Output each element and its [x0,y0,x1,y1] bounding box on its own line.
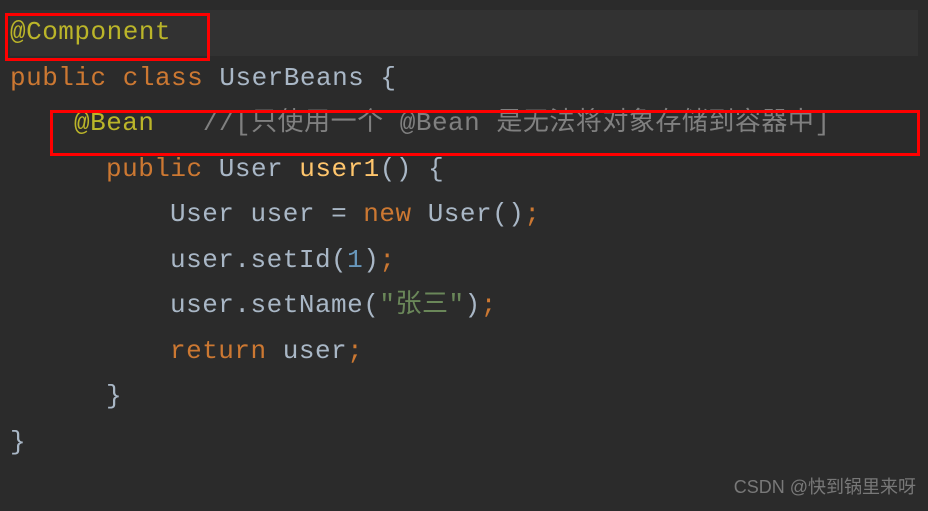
object: user [170,245,234,275]
code-line-6: user.setId(1); [10,238,918,284]
code-line-4: public User user1() { [10,147,918,193]
keyword-public: public [10,63,107,93]
code-line-8: return user; [10,329,918,375]
close-brace: } [106,381,122,411]
watermark: CSDN @快到锅里来呀 [734,472,916,504]
code-line-5: User user = new User(); [10,192,918,238]
number-literal: 1 [347,245,363,275]
comment-text: //[只使用一个 @Bean 是无法将对象存储到容器中] [203,108,831,138]
method-name: user1 [299,154,380,184]
annotation-component: @Component [10,17,171,47]
code-line-10: } [10,420,918,466]
keyword-new: new [363,199,411,229]
annotation-bean: @Bean [74,108,155,138]
code-line-7: user.setName("张三"); [10,283,918,329]
var-name: user [283,336,347,366]
open-brace: { [380,63,396,93]
method-call: setName [251,290,364,320]
var-name: user [251,199,315,229]
close-brace: } [10,427,26,457]
code-line-2: public class UserBeans { [10,56,918,102]
code-line-9: } [10,374,918,420]
constructor: User [428,199,492,229]
keyword-class: class [123,63,204,93]
string-literal: "张三" [379,290,464,320]
method-call: setId [251,245,332,275]
object: user [170,290,234,320]
class-name: UserBeans [219,63,364,93]
code-line-1: @Component [10,10,918,56]
open-brace: { [428,154,444,184]
code-editor[interactable]: @Component public class UserBeans { @Bea… [10,10,918,465]
type: User [170,199,234,229]
keyword-return: return [170,336,267,366]
keyword-public: public [106,154,203,184]
code-line-3: @Bean //[只使用一个 @Bean 是无法将对象存储到容器中] [10,101,918,147]
return-type: User [219,154,283,184]
parens: () [380,154,412,184]
